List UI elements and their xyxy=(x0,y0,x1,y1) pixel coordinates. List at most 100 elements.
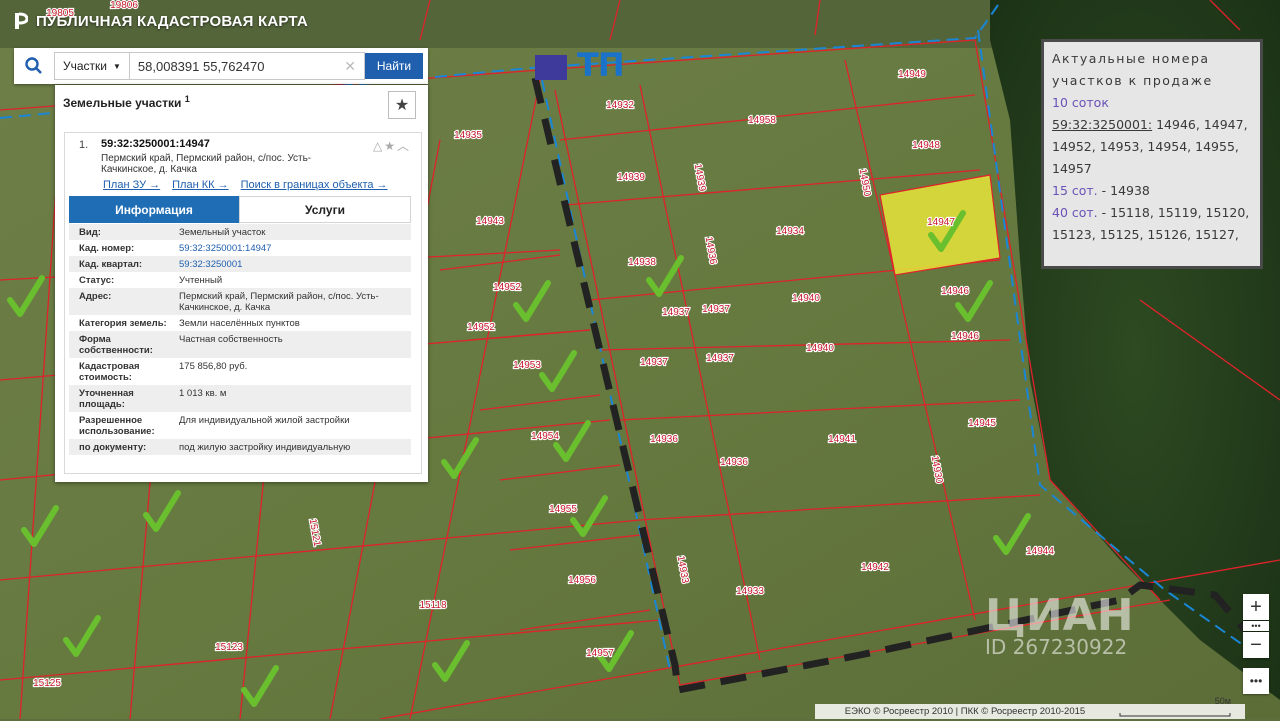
scale-label: 50м xyxy=(1214,696,1231,706)
tab-services[interactable]: Услуги xyxy=(239,196,411,223)
card-links: План ЗУ → План КК → Поиск в границах объ… xyxy=(103,179,388,191)
parcel-label: 14934 xyxy=(776,226,804,237)
parcel-label: 14957 xyxy=(586,648,614,659)
info-value: Учтенный xyxy=(179,275,223,286)
parcel-label: 15125 xyxy=(33,678,61,689)
item-index: 1. xyxy=(79,139,89,151)
parcel-label: 15123 xyxy=(215,642,243,653)
parcel-label: 14939 xyxy=(617,172,645,183)
parcel-label: 14941 xyxy=(828,434,856,445)
info-row: Кад. квартал: 59:32:3250001 xyxy=(69,256,411,272)
watermark-brand: ЦИАН xyxy=(985,590,1134,641)
favorite-star-icon[interactable]: ★ xyxy=(388,91,416,119)
search-icon[interactable] xyxy=(14,48,54,84)
info-row: Кадастровая стоимость: 175 856,80 руб. xyxy=(69,358,411,385)
search-bar: Участки ▼ 58,008391 55,762470 ✕ Найти xyxy=(14,48,428,84)
info-row: Уточненная площадь: 1 013 кв. м xyxy=(69,385,411,412)
parcel-label: 14932 xyxy=(606,100,634,111)
info-key: Вид: xyxy=(79,227,101,238)
parcel-label: 14952 xyxy=(493,282,521,293)
watermark-id: ID 267230922 xyxy=(985,635,1128,659)
info-value: 175 856,80 руб. xyxy=(179,361,248,372)
parcel-label: 14946 xyxy=(941,286,969,297)
size-10-label: 10 соток xyxy=(1052,95,1109,110)
plan-zu-link[interactable]: План ЗУ → xyxy=(103,179,160,191)
parcel-label: 14954 xyxy=(531,431,559,442)
info-value: Земли населённых пунктов xyxy=(179,318,300,329)
parcel-label: 14935 xyxy=(454,130,482,141)
parcel-label: 14945 xyxy=(968,418,996,429)
parcel-label: 14933 xyxy=(736,586,764,597)
info-row: Адрес: Пермский край, Пермский район, с/п… xyxy=(69,288,411,315)
parcel-label: 14943 xyxy=(476,216,504,227)
clear-icon[interactable]: ✕ xyxy=(344,58,356,75)
info-row: Категория земель: Земли населённых пункто… xyxy=(69,315,411,331)
parcel-label: 14952 xyxy=(467,322,495,333)
info-value: Земельный участок xyxy=(179,227,266,238)
sale-info-box: Актуальные номера участков к продаже 10 … xyxy=(1041,39,1263,269)
star-icon[interactable]: ★ xyxy=(384,139,397,153)
parcel-label: 14936 xyxy=(650,434,678,445)
parcel-label: 14938 xyxy=(628,257,656,268)
info-value[interactable]: 59:32:3250001:14947 xyxy=(179,243,411,254)
find-button[interactable]: Найти xyxy=(365,53,423,79)
tab-info[interactable]: Информация xyxy=(69,196,239,223)
warning-icon[interactable]: △ xyxy=(373,139,384,153)
results-panel: Земельные участки 1 ★ 1. 59:32:3250001:1… xyxy=(55,85,428,482)
parcel-label: 14955 xyxy=(549,504,577,515)
parcel-label: 14944 xyxy=(1026,546,1054,557)
plan-kk-link[interactable]: План КК → xyxy=(172,179,228,191)
copyright-footer: ЕЭКО © Росреестр 2010 | ПКК © Росреестр … xyxy=(815,704,1115,719)
info-row: Статус: Учтенный xyxy=(69,272,411,288)
app-title: ПУБЛИЧНАЯ КАДАСТРОВАЯ КАРТА xyxy=(36,12,308,30)
zoom-out-button[interactable]: − xyxy=(1243,632,1269,658)
size-15-label: 15 сот. xyxy=(1052,183,1098,198)
parcel-label: 14946 xyxy=(951,331,979,342)
parcel-label: 15118 xyxy=(419,600,447,611)
zoom-in-button[interactable]: + xyxy=(1243,594,1269,620)
info-row: Форма собственности: Частная собственност… xyxy=(69,331,411,358)
info-row: Вид: Земельный участок xyxy=(69,224,411,240)
parcel-label: 14940 xyxy=(792,293,820,304)
info-key: Категория земель: xyxy=(79,318,167,329)
parcel-label: 14948 xyxy=(912,140,940,151)
app-header: ПУБЛИЧНАЯ КАДАСТРОВАЯ КАРТА xyxy=(14,12,308,30)
info-table: Вид: Земельный участок Кад. номер: 59:32:32… xyxy=(69,224,411,455)
info-key: Кад. номер: xyxy=(79,243,135,254)
size-15-line: 15 сот. - 14938 xyxy=(1052,180,1252,202)
cadastral-number[interactable]: 59:32:3250001:14947 xyxy=(101,138,210,150)
info-value: Пермский край, Пермский район, с/пос. Ус… xyxy=(179,291,379,313)
info-value[interactable]: 59:32:3250001 xyxy=(179,259,411,270)
size-40-label: 40 сот. xyxy=(1052,205,1098,220)
parcel-address: Пермский край, Пермский район, с/пос. Ус… xyxy=(101,153,312,175)
info-key: Форма собственности: xyxy=(79,334,153,356)
parcel-label: 14936 xyxy=(720,457,748,468)
chevron-up-icon[interactable]: ︿ xyxy=(397,139,411,153)
parcel-label: 14940 xyxy=(806,343,834,354)
size-40-line: 40 сот. - 15118, 15119, 15120, 15123, 15… xyxy=(1052,202,1252,246)
parcel-label: 14956 xyxy=(568,575,596,586)
watermark: ЦИАН ID 267230922 xyxy=(985,590,1134,659)
info-value: Для индивидуальной жилой застройки xyxy=(179,415,350,426)
info-key: Кад. квартал: xyxy=(79,259,143,270)
parcel-card: 1. 59:32:3250001:14947 Пермский край, Пе… xyxy=(64,132,422,474)
scale-bar: 50м xyxy=(1115,696,1245,719)
search-input[interactable]: 58,008391 55,762470 ✕ xyxy=(129,52,365,80)
info-row: Кад. номер: 59:32:3250001:14947 xyxy=(69,240,411,256)
card-tabs: Информация Услуги xyxy=(69,196,411,223)
more-options-button[interactable]: ••• xyxy=(1243,668,1269,694)
search-in-bounds-link[interactable]: Поиск в границах объекта → xyxy=(241,179,388,191)
infobox-heading: Актуальные номера участков к продаже xyxy=(1052,51,1213,88)
search-query: 58,008391 55,762470 xyxy=(137,58,265,74)
card-actions: △★︿ xyxy=(373,137,411,154)
info-key: Адрес: xyxy=(79,291,112,302)
size-15-numbers: - 14938 xyxy=(1097,183,1150,198)
info-key: по документу: xyxy=(79,442,147,453)
info-key: Кадастровая стоимость: xyxy=(79,361,140,383)
parcel-label: 14958 xyxy=(748,115,776,126)
transformer-substation-marker xyxy=(535,55,567,80)
panel-title: Земельные участки 1 xyxy=(63,94,190,110)
info-key: Уточненная площадь: xyxy=(79,388,134,410)
search-type-select[interactable]: Участки ▼ xyxy=(54,52,130,80)
info-key: Статус: xyxy=(79,275,115,286)
